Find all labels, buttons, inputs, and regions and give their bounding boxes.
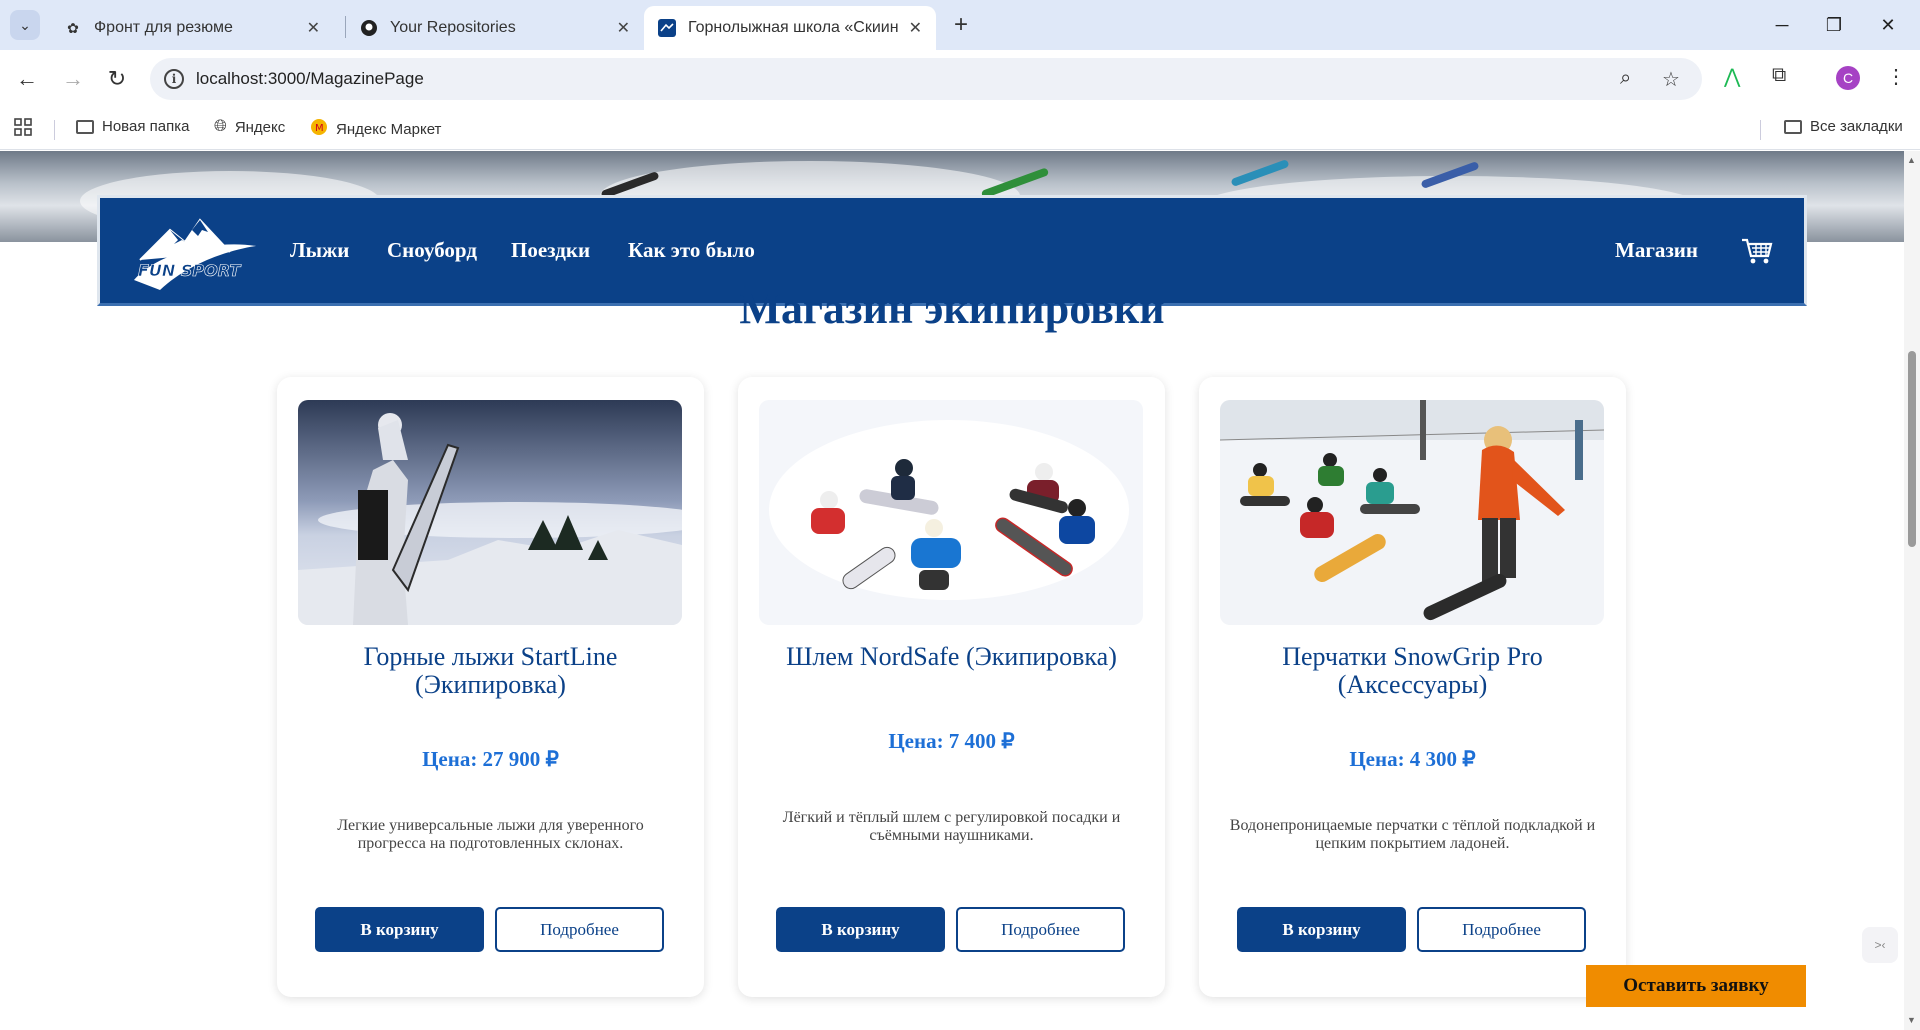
page-scrollbar[interactable]: ▲ ▼ [1904, 151, 1920, 1030]
chatgpt-icon: ✿ [67, 19, 79, 36]
close-icon: ✕ [1880, 14, 1896, 35]
page-viewport: FUN SPORT Лыжи Сноуборд Поездки Как это … [0, 151, 1904, 1030]
close-icon[interactable]: ✕ [307, 18, 320, 38]
product-description: Лёгкий и тёплый шлем с регулировкой поса… [782, 809, 1121, 844]
bookmark-label: Яндекс Маркет [336, 121, 442, 138]
apps-icon[interactable] [14, 118, 32, 136]
nav-trips[interactable]: Поездки [511, 238, 590, 263]
more-menu-icon[interactable]: ⋮ [1886, 64, 1906, 89]
product-card: Перчатки SnowGrip Pro (Аксессуары) Цена:… [1199, 377, 1626, 997]
tab-resume[interactable]: ✿ Фронт для резюме ✕ [50, 6, 334, 50]
product-card: Шлем NordSafe (Экипировка) Цена: 7 400 ₽… [738, 377, 1165, 997]
add-to-cart-button[interactable]: В корзину [776, 907, 945, 952]
puzzle-icon[interactable]: ⧉ [1772, 64, 1786, 87]
tab-ski-school[interactable]: Горнолыжная школа «Скиинг ✕ [644, 6, 936, 50]
logo-text: FUN SPORT [138, 261, 241, 280]
details-button[interactable]: Подробнее [956, 907, 1125, 952]
folder-icon [1784, 119, 1802, 134]
profile-avatar[interactable]: C [1836, 66, 1860, 90]
back-button[interactable]: ← [10, 62, 44, 96]
page-title: Магазин экипировки [739, 284, 1165, 333]
product-title: Горные лыжи StartLine (Экипировка) [363, 642, 618, 699]
nav-how-it-was[interactable]: Как это было [628, 238, 755, 263]
product-price: Цена: 7 400 ₽ [888, 729, 1015, 753]
product-image-snowboarder[interactable] [298, 400, 682, 625]
add-to-cart-button[interactable]: В корзину [315, 907, 484, 952]
star-icon[interactable]: ☆ [1662, 67, 1680, 92]
bookmarks-divider [1760, 120, 1761, 140]
arrow-right-icon: → [62, 66, 84, 91]
product-card: Горные лыжи StartLine (Экипировка) Цена:… [277, 377, 704, 997]
zoom-icon[interactable]: ⌕ [1620, 67, 1631, 90]
all-bookmarks[interactable]: Все закладки [1784, 118, 1903, 135]
code-widget-icon[interactable]: >‹ [1862, 927, 1898, 963]
scroll-up-icon[interactable]: ▲ [1907, 155, 1916, 165]
extension-icon[interactable]: ⋀ [1724, 64, 1740, 89]
nav-shop[interactable]: Магазин [1615, 238, 1698, 263]
site-favicon [658, 19, 676, 37]
nav-skis[interactable]: Лыжи [290, 238, 349, 263]
tab-search-button[interactable]: ⌄ [10, 10, 40, 40]
close-icon[interactable]: ✕ [909, 18, 922, 38]
bookmark-label: Новая папка [102, 118, 190, 135]
arrow-left-icon: ← [16, 66, 38, 91]
cart-icon[interactable] [1740, 236, 1774, 266]
product-title: Шлем NordSafe (Экипировка) [786, 642, 1117, 671]
site-info-icon[interactable]: i [164, 69, 184, 89]
chevron-down-icon: ⌄ [19, 16, 31, 33]
product-image-snowboard-lesson[interactable] [1220, 400, 1604, 625]
add-to-cart-button[interactable]: В корзину [1237, 907, 1406, 952]
globe-icon: 🌐︎ [214, 118, 227, 135]
product-description: Водонепроницаемые перчатки с тёплой подк… [1229, 817, 1596, 852]
product-price: Цена: 4 300 ₽ [1349, 747, 1476, 771]
leave-request-button[interactable]: Оставить заявку [1586, 965, 1806, 1007]
reload-button[interactable]: ↻ [100, 62, 134, 96]
scroll-thumb[interactable] [1908, 351, 1916, 547]
new-tab-button[interactable]: + [946, 10, 976, 40]
scroll-down-icon[interactable]: ▼ [1907, 1015, 1916, 1025]
product-image-snowboard-group[interactable] [759, 400, 1143, 625]
all-bookmarks-label: Все закладки [1810, 118, 1903, 135]
folder-icon [76, 119, 94, 134]
product-description: Легкие универсальные лыжи для уверенного… [337, 817, 644, 852]
bookmark-new-folder[interactable]: Новая папка [76, 118, 189, 135]
restore-button[interactable]: ❐ [1814, 8, 1854, 42]
minimize-button[interactable]: ─ [1762, 8, 1802, 42]
github-icon [360, 19, 378, 37]
url-text[interactable]: localhost:3000/MagazinePage [196, 69, 424, 89]
tab-title: Фронт для резюме [94, 19, 233, 36]
reload-icon: ↻ [107, 66, 127, 91]
bookmarks-bar: Новая папка 🌐︎ Яндекс M Яндекс Маркет Вс… [0, 108, 1920, 150]
bookmark-yandex-market[interactable]: M Яндекс Маркет [310, 118, 441, 141]
tab-repositories[interactable]: Your Repositories ✕ [346, 6, 644, 50]
plus-icon: + [953, 11, 968, 38]
tab-title: Горнолыжная школа «Скиинг [688, 19, 898, 36]
address-bar[interactable]: i localhost:3000/MagazinePage ⌕ ☆ [150, 58, 1702, 100]
bookmark-label: Яндекс [234, 118, 286, 136]
restore-icon: ❐ [1825, 14, 1843, 35]
bookmark-yandex[interactable]: 🌐︎ Яндекс [214, 118, 285, 136]
svg-text:M: M [315, 123, 324, 134]
forward-button[interactable]: → [56, 62, 90, 96]
close-icon[interactable]: ✕ [617, 18, 630, 38]
details-button[interactable]: Подробнее [495, 907, 664, 952]
tab-title: Your Repositories [390, 19, 516, 36]
yandex-market-icon: M [310, 118, 328, 141]
close-window-button[interactable]: ✕ [1868, 8, 1908, 42]
product-title: Перчатки SnowGrip Pro (Аксессуары) [1282, 642, 1543, 699]
tab-strip: ⌄ ✿ Фронт для резюме ✕ Your Repositories… [0, 0, 1920, 50]
product-price: Цена: 27 900 ₽ [422, 747, 559, 771]
minimize-icon: ─ [1775, 14, 1789, 35]
nav-snowboard[interactable]: Сноуборд [387, 238, 477, 263]
bookmarks-divider [54, 120, 55, 140]
details-button[interactable]: Подробнее [1417, 907, 1586, 952]
fun-sport-logo[interactable]: FUN SPORT [130, 210, 260, 292]
